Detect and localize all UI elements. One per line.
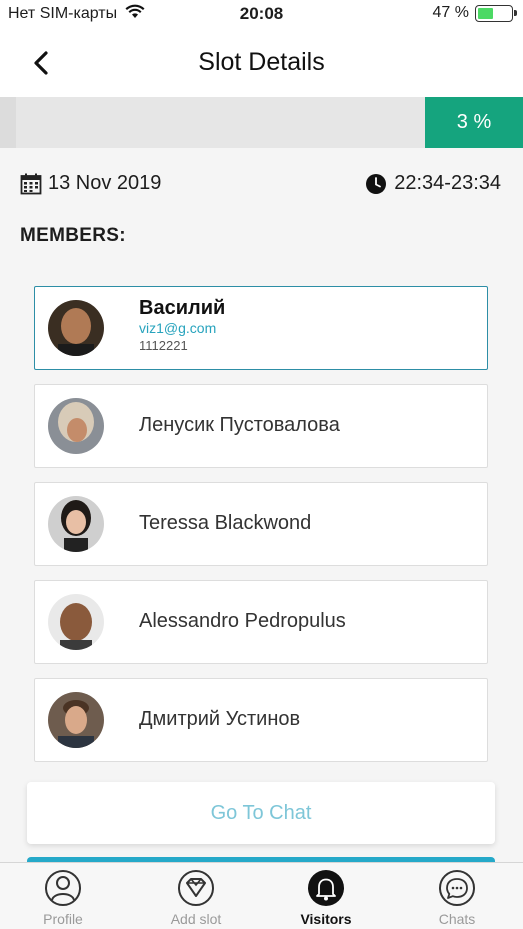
member-card[interactable]: Дмитрий Устинов — [34, 678, 488, 762]
tab-label: Visitors — [300, 911, 352, 927]
member-name: Дмитрий Устинов — [139, 708, 301, 730]
slot-date-text: 13 Nov 2019 — [48, 172, 162, 194]
member-phone: 1112221 — [139, 338, 188, 353]
battery-percent: 47 % — [432, 4, 469, 21]
page-title: Slot Details — [198, 48, 325, 76]
tab-label: Add slot — [170, 911, 222, 927]
member-name: Ленусик Пустовалова — [139, 414, 340, 436]
nav-bar: Slot Details — [0, 28, 523, 97]
slot-info-row: 13 Nov 2019 22:34-23:34 — [20, 172, 503, 202]
member-card[interactable]: Teressa Blackwond — [34, 482, 488, 566]
avatar — [48, 300, 104, 356]
progress-fill — [0, 97, 16, 148]
battery-icon — [475, 4, 517, 22]
member-email[interactable]: viz1@g.com — [139, 320, 216, 336]
tab-label: Chats — [438, 911, 476, 927]
calendar-icon — [20, 173, 42, 194]
members-heading: MEMBERS: — [20, 225, 126, 246]
avatar — [48, 594, 104, 650]
member-name: Teressa Blackwond — [139, 512, 312, 534]
go-to-chat-button[interactable]: Go To Chat — [27, 782, 495, 844]
tab-bar: Profile Add slot Visitors Chats — [0, 862, 523, 929]
member-name: Alessandro Pedropulus — [139, 610, 346, 632]
person-icon — [45, 870, 81, 906]
slot-time-text: 22:34-23:34 — [394, 172, 501, 194]
add-slot-icon — [178, 870, 214, 906]
status-bar: Нет SIM-карты 20:08 47 % — [0, 0, 523, 28]
tab-profile[interactable]: Profile — [8, 869, 118, 929]
member-card[interactable]: Alessandro Pedropulus — [34, 580, 488, 664]
slot-date: 13 Nov 2019 — [20, 172, 161, 195]
member-card[interactable]: Василий viz1@g.com 1112221 — [34, 286, 488, 370]
tab-add-slot[interactable]: Add slot — [141, 869, 251, 929]
tab-chats[interactable]: Chats — [402, 869, 512, 929]
tab-visitors[interactable]: Visitors — [271, 869, 381, 929]
tab-label: Profile — [43, 911, 83, 927]
member-card[interactable]: Ленусик Пустовалова — [34, 384, 488, 468]
battery-fill — [478, 7, 494, 19]
progress-bar: 3 % — [0, 97, 523, 148]
bell-icon — [308, 870, 344, 906]
avatar — [48, 398, 104, 454]
clock-icon — [366, 173, 387, 194]
progress-badge: 3 % — [425, 97, 523, 148]
avatar — [48, 496, 104, 552]
status-right: 47 % — [432, 4, 517, 22]
member-name: Василий — [139, 297, 226, 319]
slot-time: 22:34-23:34 — [366, 172, 501, 195]
chat-bubble-icon — [439, 870, 475, 906]
avatar — [48, 692, 104, 748]
